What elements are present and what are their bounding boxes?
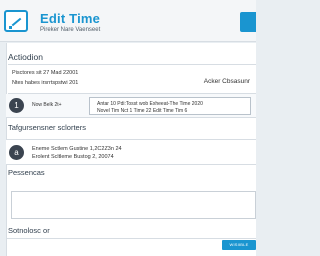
page-subtitle: Pireker Nare Vaenseet <box>40 27 101 33</box>
save-button[interactable]: WISIIBLE SCOSEE <box>222 240 256 256</box>
comments-section-title: Pessencas <box>8 168 45 177</box>
time-entry-row[interactable]: 1 Now Belk 2t+ Antar 10 Pdi:Tosst wob Ex… <box>6 94 256 118</box>
time-entry-line-1: Antar 10 Pdi:Tosst wob Exheeat-The Time … <box>97 101 203 107</box>
footer-section-title: Sotnolosc or <box>8 226 50 235</box>
footer-divider <box>6 238 256 239</box>
edit-icon <box>4 10 28 32</box>
page-title: Edit Time <box>40 11 101 26</box>
supervisor-line-2: Erolent Scltleme Bustog 2, 20074 <box>32 154 114 160</box>
action-line-1: Pisctores sit 27 Mad 22001 <box>12 70 79 76</box>
supervisor-section-title: Tafgursensner sclorters <box>8 123 86 132</box>
time-entry-field[interactable]: Antar 10 Pdi:Tosst wob Exheeat-The Time … <box>89 97 251 115</box>
app-header: Edit Time Pireker Nare Vaenseet <box>0 0 256 42</box>
supervisor-row[interactable]: a Eneme Sctlem Gustine 1,2C2Z3n 24 Erole… <box>6 139 256 165</box>
time-entry-label: Now Belk 2t+ <box>32 102 62 108</box>
header-action-button[interactable] <box>240 12 256 32</box>
comments-textarea[interactable] <box>11 191 256 219</box>
action-section-title: Actiodion <box>8 52 43 62</box>
time-entry-line-2: Novel Tim Nct 1 Time 22 Edit Time Tim 6 <box>97 108 188 114</box>
action-tag: Acker Cbsasunr <box>203 78 250 85</box>
action-row[interactable]: Pisctores sit 27 Mad 22001 Ntes habes ir… <box>8 64 256 94</box>
supervisor-line-1: Eneme Sctlem Gustine 1,2C2Z3n 24 <box>32 146 122 152</box>
action-line-2: Ntes habes irsrrtspstwi 201 <box>12 80 79 86</box>
supervisor-badge: a <box>9 145 24 160</box>
row-number-badge: 1 <box>9 98 24 113</box>
